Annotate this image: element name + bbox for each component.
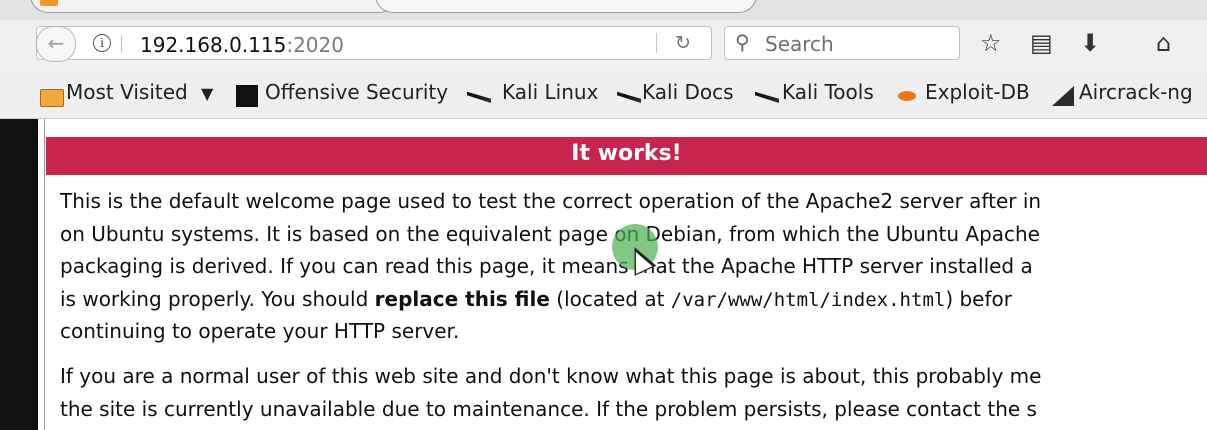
bookmark-most-visited[interactable]: Most Visited: [66, 80, 188, 104]
offsec-icon: [236, 85, 258, 107]
aircrack-icon: [1052, 86, 1074, 106]
maintenance-paragraph: If you are a normal user of this web sit…: [60, 360, 1207, 425]
info-icon[interactable]: i: [93, 34, 111, 52]
para2-line2: the site is currently unavailable due to…: [60, 396, 1037, 421]
para1-line4: is working properly. You should replace …: [60, 283, 1207, 316]
address-bar[interactable]: ← i 192.168.0.115:2020 ↻: [36, 26, 712, 62]
url-text[interactable]: 192.168.0.115:2020: [140, 33, 344, 57]
url-separator: [121, 35, 122, 53]
bookmark-kali-docs[interactable]: Kali Docs: [642, 80, 734, 104]
chevron-down-icon[interactable]: ▼: [201, 84, 213, 103]
bookmarks-toolbar: Most Visited ▼ Offensive Security Kali L…: [0, 70, 1207, 119]
file-path: /var/www/html/index.html: [670, 288, 946, 311]
download-icon[interactable]: ⬇: [1080, 29, 1100, 57]
para1-line4-c: (located at: [549, 286, 671, 311]
search-icon: ⚲: [735, 30, 750, 54]
browser-window: ← i 192.168.0.115:2020 ↻ ⚲ Search ☆ ▤ ⬇ …: [0, 0, 1207, 430]
tab-strip: [0, 0, 1207, 20]
bookmark-kali-tools[interactable]: Kali Tools: [782, 80, 874, 104]
kali-dragon-icon: [755, 91, 779, 103]
reader-icon[interactable]: ▤: [1030, 29, 1053, 57]
para1-line1: This is the default welcome page used to…: [60, 189, 1042, 213]
tab-favicon: [40, 0, 58, 6]
star-icon[interactable]: ☆: [980, 29, 1002, 57]
back-icon[interactable]: ←: [36, 26, 76, 62]
para1-line4-a: is working properly. You should: [60, 286, 375, 311]
exploitdb-icon: [898, 91, 916, 101]
search-input[interactable]: ⚲ Search: [724, 26, 960, 60]
navigation-toolbar: ← i 192.168.0.115:2020 ↻ ⚲ Search ☆ ▤ ⬇ …: [0, 20, 1207, 71]
it-works-banner: It works!: [46, 137, 1207, 175]
banner-title: It works!: [571, 141, 682, 166]
kali-dragon-icon: [467, 91, 491, 103]
tab-active[interactable]: [375, 0, 757, 13]
reload-icon[interactable]: ↻: [675, 32, 691, 54]
bookmark-kali-linux[interactable]: Kali Linux: [502, 80, 598, 104]
search-placeholder: Search: [765, 32, 834, 56]
para1-line4-e: ) befor: [945, 286, 1012, 311]
url-port: :2020: [286, 33, 344, 57]
bookmark-exploit-db[interactable]: Exploit-DB: [925, 80, 1030, 104]
bookmark-aircrack-ng[interactable]: Aircrack-ng: [1079, 80, 1193, 104]
url-divider: [656, 33, 657, 53]
replace-this-file: replace this file: [374, 286, 550, 311]
folder-icon: [40, 89, 64, 107]
para2-line1: If you are a normal user of this web sit…: [60, 364, 1042, 388]
kali-dragon-icon: [617, 91, 641, 103]
para1-line5: continuing to operate your HTTP server.: [60, 319, 460, 343]
page-top-spacer: [46, 119, 1207, 137]
bookmark-offensive-security[interactable]: Offensive Security: [265, 80, 448, 104]
url-host: 192.168.0.115: [140, 33, 287, 57]
home-icon[interactable]: ⌂: [1156, 29, 1171, 57]
tab-ubuntu-default-page[interactable]: [30, 0, 397, 13]
